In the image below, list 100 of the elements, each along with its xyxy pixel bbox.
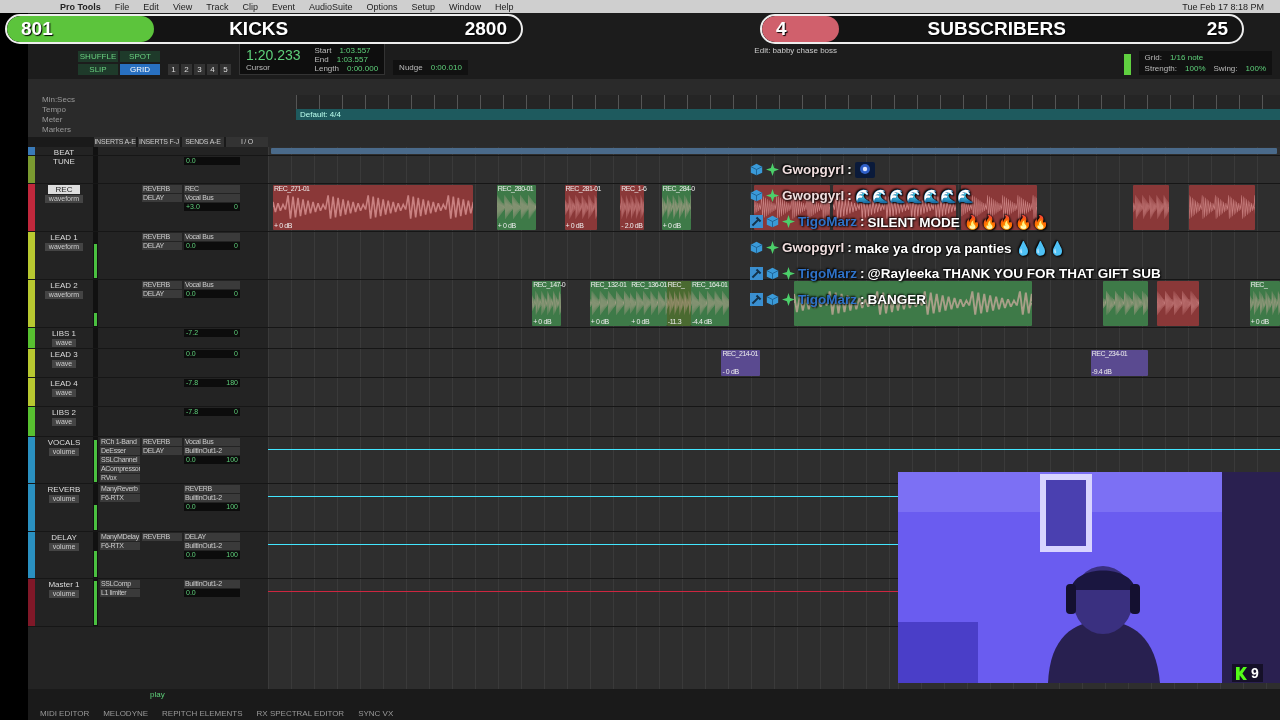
track-name[interactable]: LEAD 3 [50,350,78,359]
strength-value: 100% [1185,64,1206,73]
menu-item[interactable]: Pro Tools [60,1,101,12]
track-name[interactable]: VOCALS [47,438,81,447]
audio-clip[interactable] [1188,185,1255,230]
selection-value: 1:03.557 [339,45,371,55]
audio-clip[interactable] [1133,185,1169,230]
menu-item[interactable]: Help [495,1,514,12]
editor-tab[interactable]: SYNC VX [358,709,394,718]
audio-clip[interactable] [794,281,1033,326]
sparkle-icon [782,215,795,228]
audio-clip[interactable] [1102,281,1149,326]
menu-item[interactable]: Window [449,1,482,12]
sparkle-icon [782,293,795,306]
track-name[interactable]: LIBS 2 [52,408,76,417]
ruler-label: Min:Secs [42,95,76,105]
cube-icon [766,293,779,306]
menu-item[interactable]: Event [271,1,295,12]
track-name[interactable]: REVERB [47,485,81,494]
ruler-label: Tempo [42,105,67,115]
menu-item[interactable]: View [172,1,193,12]
hammer-icon [750,215,763,228]
goal-target: 2800 [464,18,507,40]
chat-separator: : [847,162,852,177]
hammer-icon [750,293,763,306]
track-name[interactable]: BEAT [53,148,75,155]
chat-username: TigoMarz [798,266,857,281]
cube-icon [750,163,763,176]
timeline-ruler[interactable] [296,95,1280,109]
selection-label: End [314,54,329,64]
meter-marker: Default: 4/4 [300,110,341,119]
swing-label: Swing: [1213,64,1238,73]
sparkle-icon [766,189,779,202]
zoom-preset-button[interactable]: 3 [194,64,205,75]
menu-item[interactable]: Clip [242,1,258,12]
edit-mode-button[interactable]: SLIP [78,64,118,75]
editor-tab[interactable]: REPITCH ELEMENTS [162,709,243,718]
k-logo-icon [1236,666,1247,680]
sparkle-icon [782,267,795,280]
chat-separator: : [860,214,865,229]
track-name[interactable]: LEAD 2 [50,281,78,290]
menu-item[interactable]: Options [366,1,398,12]
zoom-preset-button[interactable]: 4 [207,64,218,75]
chat-message: make ya drop ya panties 💧💧💧 [854,239,1067,256]
chat-username: TigoMarz [798,292,857,307]
menu-item[interactable]: AudioSuite [308,1,353,12]
strength-label: Strength: [1144,64,1178,73]
swing-value: 100% [1245,64,1266,73]
menu-item[interactable]: File [114,1,130,12]
selection-label: Length [314,63,339,73]
chat-username: Gwopgyrl [782,240,845,255]
zoom-preset-button[interactable]: 5 [220,64,231,75]
edit-mode-button[interactable]: GRID [120,64,160,75]
cube-icon [750,189,763,202]
transport-hint: play [149,690,166,699]
window-title: Edit: babby chase boss [754,46,838,57]
chat-separator: : [860,292,865,307]
chat-message: BANGER [867,292,927,307]
chat-separator: : [847,240,852,255]
menu-item[interactable]: Edit [143,1,159,12]
selection-label: Start [314,45,332,55]
track-name[interactable]: REC [47,185,81,194]
track-name[interactable]: LIBS 1 [52,329,76,338]
goal-label: SUBSCRIBERS [927,18,1066,40]
menu-item[interactable]: Setup [411,1,436,12]
zoom-preset-button[interactable]: 1 [168,64,179,75]
zoom-preset-button[interactable]: 2 [181,64,192,75]
editor-tab[interactable]: RX SPECTRAL EDITOR [256,709,345,718]
audio-clip[interactable] [1156,281,1200,326]
nudge-label: Nudge [399,63,423,72]
ruler-label: Markers [42,125,72,135]
selection-value: 1:03.557 [336,54,368,64]
goal-current: 801 [21,18,53,40]
edit-mode-button[interactable]: SPOT [120,51,160,62]
goal-label: KICKS [229,18,289,40]
sparkle-icon [766,163,779,176]
track-name[interactable]: TUNE [53,157,75,166]
cube-icon [750,241,763,254]
nudge-value: 0:00.010 [430,63,462,72]
editor-tab[interactable]: MIDI EDITOR [40,709,90,718]
chat-separator: : [847,188,852,203]
ruler-label: Meter [42,115,64,125]
viewer-count: 9 [1251,665,1259,681]
chat-message: @Rayleeka THANK YOU FOR THAT GIFT SUB [867,266,1161,281]
audio-clip[interactable] [271,148,1277,154]
menu-item[interactable]: Track [206,1,229,12]
goal-target: 25 [1206,18,1228,40]
track-name[interactable]: Master 1 [48,580,80,589]
goal-current: 4 [776,18,787,40]
grid-value[interactable]: 1/16 note [1169,53,1204,62]
main-counter: 1:20.233 [246,46,301,63]
cube-icon [766,267,779,280]
track-name[interactable]: DELAY [51,533,77,542]
selection-value: 0:00.000 [346,63,379,73]
track-name[interactable]: LEAD 1 [50,233,78,242]
grid-label: Grid: [1144,53,1162,62]
editor-tab[interactable]: MELODYNE [103,709,149,718]
track-name[interactable]: LEAD 4 [50,379,78,388]
chat-separator: : [860,266,865,281]
edit-mode-button[interactable]: SHUFFLE [78,51,118,62]
